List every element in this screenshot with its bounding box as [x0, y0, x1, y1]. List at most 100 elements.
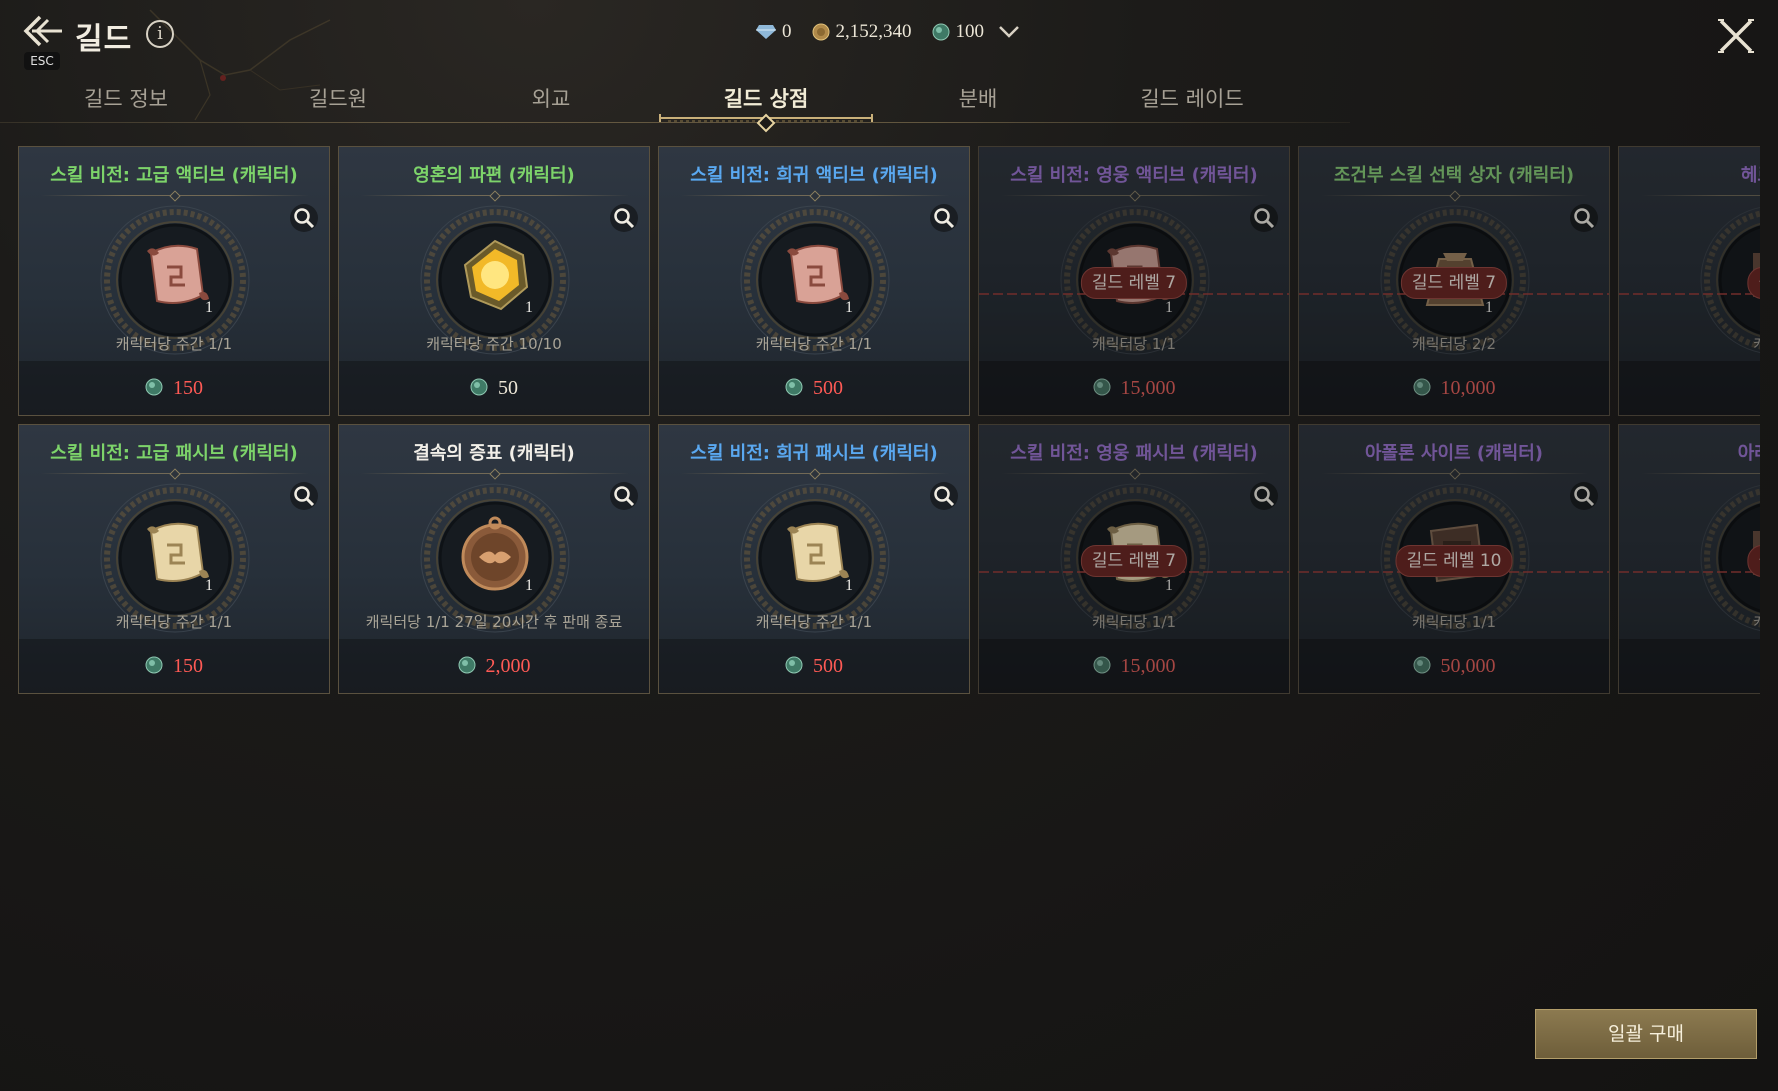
diamond-icon — [756, 25, 776, 39]
divider-ornament — [1129, 468, 1141, 480]
purchase-limit: 캐릭터당 주간 1/1 — [115, 335, 233, 353]
item-quantity: 1 — [205, 299, 213, 316]
item-quantity: 1 — [1165, 577, 1173, 594]
item-name: 스킬 비전: 희귀 패시브 (캐릭터) — [690, 443, 938, 464]
divider-ornament — [809, 190, 821, 202]
currency-gold-value: 2,152,340 — [835, 21, 912, 42]
magnifier-icon[interactable] — [609, 481, 639, 511]
shop-item-card[interactable]: 스킬 비전: 고급 액티브 (캐릭터) 1 캐릭터당 주간 1/1 150 — [18, 146, 330, 416]
header: ESC 길드 i 0 2,152,340 100 길드 정보 길드원 외교 길드… — [0, 0, 1778, 133]
magnifier-icon[interactable] — [609, 203, 639, 233]
magnifier-icon[interactable] — [289, 481, 319, 511]
currency-guild-coin-value: 100 — [955, 21, 985, 42]
currency-gold: 2,152,340 — [812, 21, 912, 43]
lock-divider-line — [1619, 281, 1760, 295]
item-quantity: 1 — [845, 577, 853, 594]
item-price: 500 — [659, 377, 969, 400]
item-price: 150 — [19, 377, 329, 400]
currency-diamond-value: 0 — [782, 21, 792, 42]
item-name: 스킬 비전: 희귀 액티브 (캐릭터) — [690, 165, 938, 186]
tab-guild-info[interactable]: 길드 정보 — [16, 80, 236, 120]
guild-coin-icon — [785, 656, 803, 674]
active-tab-ornament — [659, 113, 873, 133]
magnifier-icon[interactable] — [1249, 203, 1279, 233]
price-value: 2,000 — [485, 655, 531, 677]
item-price: 15,000 — [979, 655, 1289, 678]
chevron-down-icon[interactable] — [998, 25, 1020, 39]
tab-diplomacy[interactable]: 외교 — [441, 80, 661, 120]
magnifier-icon[interactable] — [929, 481, 959, 511]
shop-item-card[interactable]: 스킬 비전: 영웅 액티브 (캐릭터) 1 캐릭터당 1/1 15,000 길드… — [978, 146, 1290, 416]
guild-level-lock-badge: 길드 레벨 7 — [1080, 545, 1188, 577]
item-quantity: 1 — [525, 577, 533, 594]
tab-guild-raid[interactable]: 길드 레이드 — [1082, 80, 1302, 120]
shop-item-card[interactable]: 조건부 스킬 선택 상자 (캐릭터) 1 캐릭터당 2/2 10,000 길드 … — [1298, 146, 1610, 416]
close-button[interactable] — [1716, 16, 1756, 56]
item-quantity: 1 — [1485, 299, 1493, 316]
tab-guild-members[interactable]: 길드원 — [228, 80, 448, 120]
item-name: 스킬 비전: 고급 패시브 (캐릭터) — [50, 443, 298, 464]
currency-diamond: 0 — [756, 21, 792, 43]
price-value: 500 — [813, 377, 843, 399]
esc-key-badge: ESC — [24, 52, 60, 70]
currency-bar: 0 2,152,340 100 — [756, 18, 1020, 46]
guild-coin-icon — [470, 378, 488, 396]
divider-ornament — [169, 468, 181, 480]
back-arrow-icon — [23, 15, 62, 47]
item-price: 50 — [339, 377, 649, 400]
tab-bar: 길드 정보 길드원 외교 길드 상점 분배 길드 레이드 — [0, 80, 1778, 133]
shop-item-card[interactable]: 스킬 비전: 고급 패시브 (캐릭터) 1 캐릭터당 주간 1/1 150 — [18, 424, 330, 694]
price-value: 15,000 — [1120, 655, 1176, 677]
guild-coin-icon — [1093, 656, 1110, 674]
purchase-limit: 캐릭터당 1/1 27일 20시간 후 판매 종료 — [365, 613, 623, 631]
purchase-limit: 캐릭터당 1/1 — [1091, 335, 1177, 353]
item-name: 결속의 증표 (캐릭터) — [413, 443, 575, 464]
magnifier-icon[interactable] — [1569, 481, 1599, 511]
magnifier-icon[interactable] — [289, 203, 319, 233]
price-value: 500 — [813, 655, 843, 677]
shop-item-card[interactable]: 스킬 비전: 영웅 패시브 (캐릭터) 1 캐릭터당 1/1 15,000 길드… — [978, 424, 1290, 694]
purchase-limit: 캐릭터당 주간 1/1 — [755, 335, 873, 353]
guild-coin-icon — [785, 378, 803, 396]
item-quantity: 1 — [845, 299, 853, 316]
item-price: 150 — [19, 655, 329, 678]
item-name: 스킬 비전: 영웅 패시브 (캐릭터) — [1010, 443, 1258, 464]
divider-ornament — [169, 190, 181, 202]
item-price: 15,000 — [979, 377, 1289, 400]
magnifier-icon[interactable] — [1569, 203, 1599, 233]
item-quantity: 1 — [205, 577, 213, 594]
shop-item-card[interactable]: 헤르메스 캐릭터 길드 — [1618, 146, 1760, 416]
item-name: 아폴론 사이트 (캐릭터) — [1364, 443, 1544, 464]
divider-ornament — [489, 190, 501, 202]
item-price: 50,000 — [1299, 655, 1609, 678]
purchase-limit: 캐릭터당 주간 1/1 — [115, 613, 233, 631]
currency-guild-coin: 100 — [932, 21, 985, 43]
item-name: 조건부 스킬 선택 상자 (캐릭터) — [1333, 165, 1575, 186]
item-price: 2,000 — [339, 655, 649, 678]
shop-item-card[interactable]: 영혼의 파편 (캐릭터) 1 캐릭터당 주간 10/10 50 — [338, 146, 650, 416]
gold-coin-icon — [812, 23, 829, 41]
item-price — [1619, 377, 1760, 400]
magnifier-icon[interactable] — [929, 203, 959, 233]
item-name: 스킬 비전: 영웅 액티브 (캐릭터) — [1010, 165, 1258, 186]
guild-level-lock-badge: 길드 레벨 10 — [1395, 545, 1513, 577]
price-value: 10,000 — [1440, 377, 1496, 399]
bulk-purchase-button[interactable]: 일괄 구매 — [1535, 1009, 1757, 1059]
tab-distribution[interactable]: 분배 — [868, 80, 1088, 120]
page-title: 길드 — [75, 22, 133, 57]
lock-divider-line — [1619, 559, 1760, 573]
shop-item-card[interactable]: 아폴론 사이트 (캐릭터) 캐릭터당 1/1 50,000 길드 레벨 10 — [1298, 424, 1610, 694]
purchase-limit: 캐릭터당 1/1 — [1411, 613, 1497, 631]
close-icon — [1718, 19, 1754, 53]
shop-item-card[interactable]: 결속의 증표 (캐릭터) 1 캐릭터당 1/1 27일 20시간 후 판매 종료… — [338, 424, 650, 694]
magnifier-icon[interactable] — [1249, 481, 1279, 511]
shop-item-card[interactable]: 아레스 블 캐릭터 길드 — [1618, 424, 1760, 694]
divider-ornament — [1449, 468, 1461, 480]
shop-item-card[interactable]: 스킬 비전: 희귀 액티브 (캐릭터) 1 캐릭터당 주간 1/1 500 — [658, 146, 970, 416]
back-button[interactable]: ESC — [22, 14, 66, 70]
price-value: 150 — [173, 377, 203, 399]
info-icon[interactable]: i — [146, 20, 174, 48]
purchase-limit: 캐릭터 — [1619, 333, 1760, 354]
name-divider — [1641, 473, 1760, 474]
shop-item-card[interactable]: 스킬 비전: 희귀 패시브 (캐릭터) 1 캐릭터당 주간 1/1 500 — [658, 424, 970, 694]
